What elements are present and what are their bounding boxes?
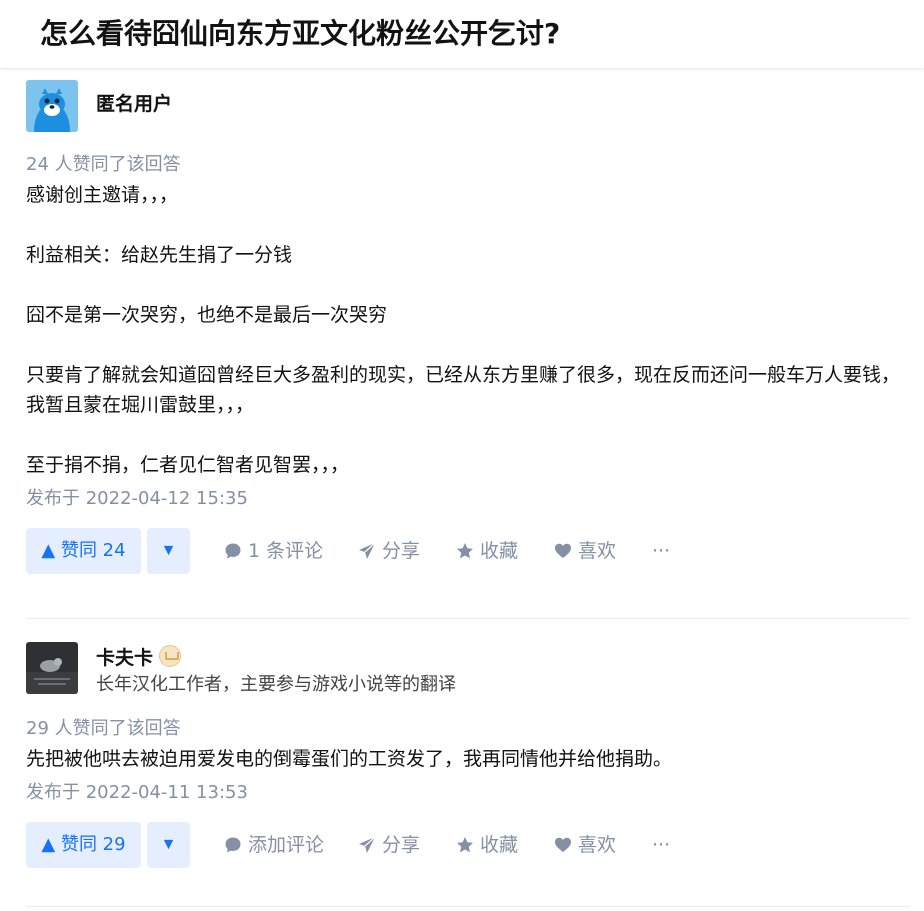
answer-item: 卡夫卡 长年汉化工作者，主要参与游戏小说等的翻译 29 人赞同了该回答 先把被他… bbox=[26, 642, 910, 868]
author-info: 匿名用户 bbox=[26, 80, 910, 136]
more-button[interactable]: ··· bbox=[652, 822, 670, 868]
comment-button[interactable]: 添加评论 bbox=[224, 822, 324, 868]
answer-item: 匿名用户 24 人赞同了该回答 感谢创主邀请，，， 利益相关：给赵先生捐了一分钱… bbox=[26, 80, 910, 574]
author-info: 卡夫卡 长年汉化工作者，主要参与游戏小说等的翻译 bbox=[26, 642, 910, 698]
star-icon bbox=[457, 837, 473, 853]
vote-count-meta: 24 人赞同了该回答 bbox=[26, 154, 181, 175]
author-name[interactable]: 卡夫卡 bbox=[96, 644, 182, 672]
vote-down-button[interactable]: ▼ bbox=[147, 528, 190, 574]
publish-time[interactable]: 发布于 2022-04-12 15:35 bbox=[26, 486, 910, 512]
anonymous-avatar[interactable] bbox=[26, 80, 78, 132]
author-avatar[interactable] bbox=[26, 642, 78, 694]
answer-divider bbox=[26, 906, 910, 907]
star-icon bbox=[457, 543, 473, 559]
heart-icon bbox=[555, 837, 571, 852]
like-button[interactable]: 喜欢 bbox=[554, 528, 616, 574]
share-button[interactable]: 分享 bbox=[358, 822, 420, 868]
vote-count-meta: 29 人赞同了该回答 bbox=[26, 718, 181, 739]
collect-button[interactable]: 收藏 bbox=[456, 528, 518, 574]
comment-label: 1 条评论 bbox=[248, 540, 324, 562]
comment-icon bbox=[225, 837, 241, 853]
comment-label: 添加评论 bbox=[248, 834, 325, 856]
like-label: 喜欢 bbox=[578, 834, 617, 856]
author-bio: 长年汉化工作者，主要参与游戏小说等的翻译 bbox=[96, 674, 456, 695]
like-label: 喜欢 bbox=[578, 540, 617, 562]
more-button[interactable]: ··· bbox=[652, 528, 670, 574]
answer-paragraph: 囧不是第一次哭穷，也绝不是最后一次哭穷 bbox=[26, 304, 388, 326]
answer-paragraph: 先把被他哄去被迫用爱发电的倒霉蛋们的工资发了，我再同情他并给他捐助。 bbox=[26, 748, 673, 770]
question-header: 怎么看待囧仙向东方亚文化粉丝公开乞讨? bbox=[0, 0, 924, 68]
share-label: 分享 bbox=[382, 834, 421, 856]
vote-up-button[interactable]: ▲ 赞同 24 bbox=[26, 528, 141, 574]
answer-paragraph: 至于捐不捐，仁者见仁智者见智罢，，， bbox=[26, 454, 350, 476]
answer-content: 先把被他哄去被迫用爱发电的倒霉蛋们的工资发了，我再同情他并给他捐助。 bbox=[26, 744, 910, 774]
heart-icon bbox=[555, 543, 571, 558]
vote-up-button[interactable]: ▲ 赞同 29 bbox=[26, 822, 141, 868]
comment-icon bbox=[225, 543, 241, 559]
comment-button[interactable]: 1 条评论 bbox=[224, 528, 323, 574]
author-name[interactable]: 匿名用户 bbox=[96, 90, 172, 118]
share-button[interactable]: 分享 bbox=[358, 528, 420, 574]
like-button[interactable]: 喜欢 bbox=[554, 822, 616, 868]
share-icon bbox=[359, 542, 376, 559]
answer-content: 感谢创主邀请，，， 利益相关：给赵先生捐了一分钱 囧不是第一次哭穷，也绝不是最后… bbox=[26, 180, 910, 480]
collect-label: 收藏 bbox=[480, 834, 519, 856]
crown-badge-icon[interactable] bbox=[159, 645, 182, 667]
author-name-text: 卡夫卡 bbox=[96, 647, 154, 669]
answer-paragraph: 感谢创主邀请，，， bbox=[26, 184, 179, 206]
vote-down-button[interactable]: ▼ bbox=[147, 822, 190, 868]
answer-paragraph: 利益相关：给赵先生捐了一分钱 bbox=[26, 244, 293, 266]
answer-paragraph: 只要肯了解就会知道囧曾经巨大多盈利的现实，已经从东方里赚了很多，现在反而还问一般… bbox=[26, 364, 901, 416]
share-label: 分享 bbox=[382, 540, 421, 562]
question-title: 怎么看待囧仙向东方亚文化粉丝公开乞讨? bbox=[40, 17, 561, 50]
answer-actions: ▲ 赞同 29 ▼ 添加评论 分享 收藏 喜欢 ··· bbox=[26, 822, 910, 868]
collect-button[interactable]: 收藏 bbox=[456, 822, 518, 868]
answer-divider bbox=[26, 618, 910, 619]
share-icon bbox=[359, 836, 376, 853]
collect-label: 收藏 bbox=[480, 540, 519, 562]
publish-time[interactable]: 发布于 2022-04-11 13:53 bbox=[26, 780, 910, 806]
answer-actions: ▲ 赞同 24 ▼ 1 条评论 分享 收藏 喜欢 ··· bbox=[26, 528, 910, 574]
